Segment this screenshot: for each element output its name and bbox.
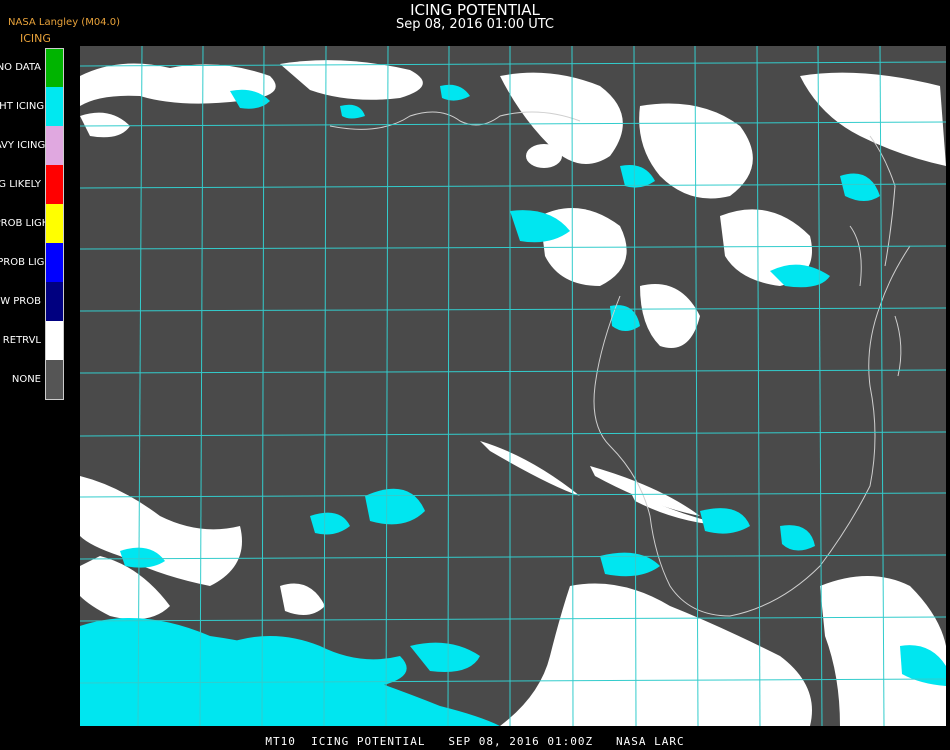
legend-item-heavy-icing: HEAVY ICING: [0, 126, 64, 165]
page-datetime: Sep 08, 2016 01:00 UTC: [395, 17, 555, 32]
legend-swatch: [46, 321, 64, 360]
legend-label: HEAVY ICING: [0, 139, 46, 151]
legend-item-mog-likely: MOG LIKELY: [0, 165, 64, 204]
legend-label: NO DATA: [0, 61, 41, 73]
legend-swatch: [46, 48, 64, 87]
legend-item-no-retrvl: NO RETRVL: [0, 321, 64, 360]
product-label: ICING: [20, 32, 51, 45]
legend-item-no-data: NO DATA: [0, 48, 64, 87]
legend-item-low-prob: LOW PROB: [0, 282, 64, 321]
legend-swatch: [46, 165, 64, 204]
legend-swatch: [46, 360, 64, 399]
legend-item-lo-prob-light: LO PROB LIGHT: [0, 243, 64, 282]
legend-item-hi-prob-light: HI PROB LIGHT: [0, 204, 64, 243]
legend-label: HI PROB LIGHT: [0, 217, 56, 229]
legend-swatch: [46, 243, 64, 282]
legend-item-none: NONE: [0, 360, 64, 399]
legend-swatch: [46, 87, 64, 126]
legend-swatch: [46, 204, 64, 243]
legend-label: NO RETRVL: [0, 334, 41, 346]
legend-label: LO PROB LIGHT: [0, 256, 59, 268]
map-background: [80, 46, 946, 726]
legend-label: MOG LIKELY: [0, 178, 41, 190]
legend-swatch: [46, 126, 64, 165]
legend-label: LOW PROB: [0, 295, 41, 307]
source-label: NASA Langley (M04.0): [8, 17, 120, 28]
legend-item-night-icing: NIGHT ICING: [0, 87, 64, 126]
page-title: ICING POTENTIAL: [410, 1, 540, 19]
legend-label: NIGHT ICING: [0, 100, 45, 112]
footer-caption: MT10 ICING POTENTIAL SEP 08, 2016 01:00Z…: [265, 735, 685, 748]
icing-map: [80, 46, 946, 726]
legend-label: NONE: [11, 373, 41, 385]
legend-swatch: [46, 282, 64, 321]
